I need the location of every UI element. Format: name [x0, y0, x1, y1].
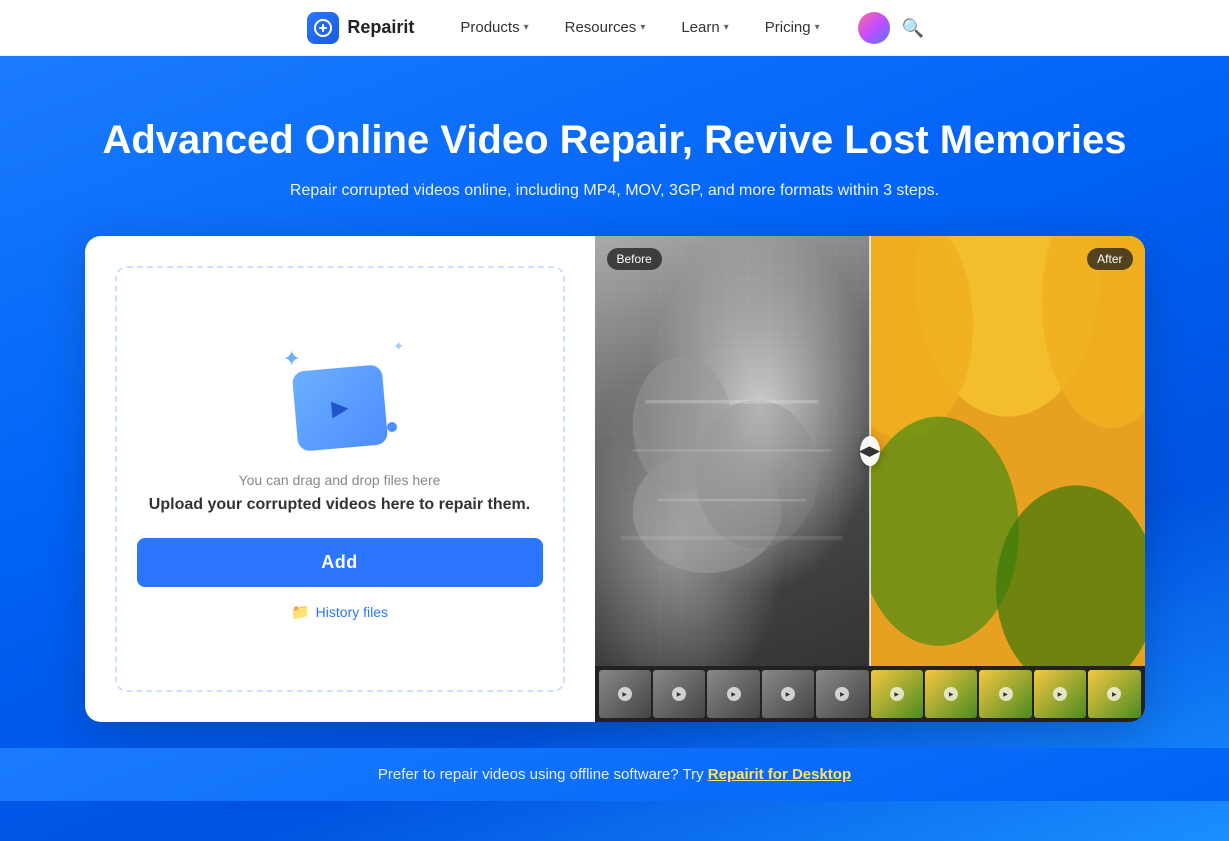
after-bg-gradient [870, 236, 1145, 666]
video-file-icon [291, 364, 388, 452]
play-icon-7: ▶ [944, 687, 958, 701]
play-icon-9: ▶ [1053, 687, 1067, 701]
film-thumb-9: ▶ [1034, 670, 1086, 718]
preview-panel: Before [595, 236, 1145, 722]
after-badge: After [1087, 248, 1132, 270]
pricing-label: Pricing [765, 19, 811, 36]
play-icon-5: ▶ [835, 687, 849, 701]
sparkle-icon: ✦ [393, 338, 405, 355]
user-avatar[interactable] [858, 12, 890, 44]
add-button[interactable]: Add [137, 538, 543, 587]
play-icon-8: ▶ [999, 687, 1013, 701]
film-thumb-1: ▶ [599, 670, 651, 718]
before-badge: Before [607, 248, 662, 270]
desktop-link[interactable]: Repairit for Desktop [708, 766, 851, 783]
upload-instruction: Upload your corrupted videos here to rep… [149, 496, 530, 514]
products-chevron-icon: ▾ [524, 22, 529, 33]
film-thumb-10: ▶ [1088, 670, 1140, 718]
hero-section: Advanced Online Video Repair, Revive Los… [0, 56, 1229, 841]
play-icon-10: ▶ [1107, 687, 1121, 701]
resources-label: Resources [565, 19, 637, 36]
film-thumb-6: ▶ [871, 670, 923, 718]
nav-pricing[interactable]: Pricing ▾ [751, 13, 834, 42]
drag-drop-text: You can drag and drop files here [239, 472, 441, 488]
learn-label: Learn [681, 19, 719, 36]
hero-subtitle: Repair corrupted videos online, includin… [290, 182, 939, 200]
play-icon-1: ▶ [618, 687, 632, 701]
play-icon-3: ▶ [727, 687, 741, 701]
logo-icon [307, 12, 339, 44]
history-icon: 📁 [291, 603, 310, 621]
upload-dropzone[interactable]: ✦ ✦ You can drag and drop files here Upl… [115, 266, 565, 692]
star-icon: ✦ [283, 346, 301, 372]
film-thumb-7: ▶ [925, 670, 977, 718]
film-thumb-3: ▶ [707, 670, 759, 718]
history-label: History files [316, 604, 388, 620]
film-thumb-2: ▶ [653, 670, 705, 718]
play-icon-2: ▶ [672, 687, 686, 701]
footer-text: Prefer to repair videos using offline so… [378, 766, 708, 783]
upload-illustration: ✦ ✦ [275, 338, 405, 448]
preview-before: Before [595, 236, 870, 666]
before-butterfly-svg [608, 279, 856, 645]
hero-title: Advanced Online Video Repair, Revive Los… [102, 116, 1126, 164]
pricing-chevron-icon: ▾ [815, 22, 820, 33]
preview-after: After [870, 236, 1145, 666]
upload-panel: ✦ ✦ You can drag and drop files here Upl… [85, 236, 595, 722]
play-icon-6: ▶ [890, 687, 904, 701]
preview-divider: ◀▶ [869, 236, 871, 666]
film-thumb-8: ▶ [979, 670, 1031, 718]
preview-main: Before [595, 236, 1145, 666]
nav-resources[interactable]: Resources ▾ [551, 13, 660, 42]
search-icon[interactable]: 🔍 [902, 18, 922, 38]
film-thumb-5: ▶ [816, 670, 868, 718]
filmstrip: ▶ ▶ ▶ ▶ ▶ ▶ ▶ ▶ ▶ ▶ [595, 666, 1145, 722]
learn-chevron-icon: ▾ [724, 22, 729, 33]
footer-bar: Prefer to repair videos using offline so… [0, 748, 1229, 801]
divider-handle[interactable]: ◀▶ [860, 436, 880, 466]
logo[interactable]: Repairit [307, 12, 414, 44]
logo-text: Repairit [347, 17, 414, 38]
dot-icon [387, 422, 397, 432]
nav-products[interactable]: Products ▾ [446, 13, 542, 42]
history-files-link[interactable]: 📁 History files [291, 603, 388, 621]
resources-chevron-icon: ▾ [640, 22, 645, 33]
play-icon-4: ▶ [781, 687, 795, 701]
main-card: ✦ ✦ You can drag and drop files here Upl… [85, 236, 1145, 722]
products-label: Products [460, 19, 519, 36]
film-thumb-4: ▶ [762, 670, 814, 718]
lily-svg [870, 236, 1145, 666]
navbar: Repairit Products ▾ Resources ▾ Learn ▾ … [0, 0, 1229, 56]
nav-learn[interactable]: Learn ▾ [667, 13, 742, 42]
